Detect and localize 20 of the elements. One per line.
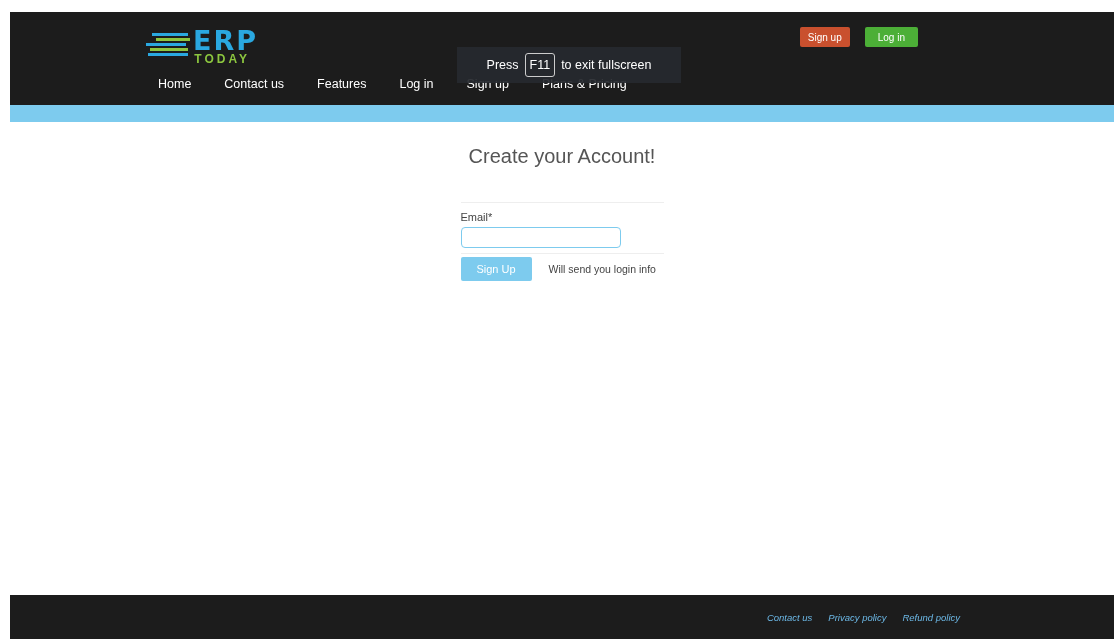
stripes-icon [146, 32, 192, 58]
footer-link[interactable]: Privacy policy [828, 611, 887, 623]
field-label: Email* [460, 211, 494, 223]
help-text: Will send you login info [548, 263, 656, 275]
notice-text: Press [486, 58, 519, 72]
nav-link[interactable]: Home [158, 77, 192, 91]
email-field[interactable] [460, 227, 621, 248]
nav-link[interactable]: Log in [399, 77, 434, 91]
nav-link[interactable]: Plans & Pricing [541, 77, 627, 91]
nav-link[interactable]: Sign up [466, 77, 509, 91]
nav-link[interactable]: Contact us [224, 77, 285, 91]
logo-word: ERP [193, 29, 259, 53]
footer-link[interactable]: Contact us [766, 611, 813, 623]
header-button[interactable]: Sign up [799, 27, 850, 47]
key-label: F11 [524, 53, 556, 77]
logo-subword: TODAY [194, 53, 251, 65]
page-title: Create your Account! [468, 145, 656, 168]
notice-text: to exit fullscreen [561, 58, 652, 72]
nav-link[interactable]: Features [317, 77, 367, 91]
footer-link[interactable]: Refund policy [902, 611, 960, 623]
